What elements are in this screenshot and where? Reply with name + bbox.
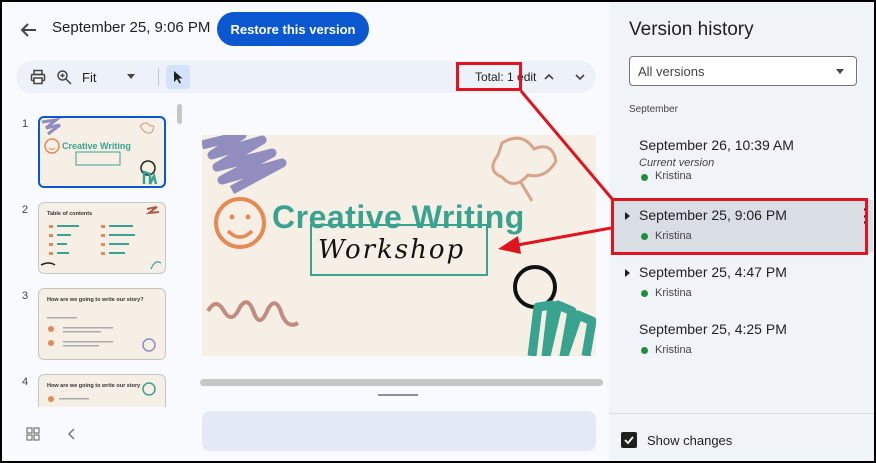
chevron-left-icon (67, 428, 75, 440)
back-button[interactable] (16, 17, 42, 43)
slide-thumbnail[interactable]: How are we going to write our story? (38, 288, 166, 360)
version-title: September 25, 9:06 PM (52, 19, 211, 36)
svg-text:Creative Writing: Creative Writing (62, 141, 131, 151)
thumbnail-number: 2 (22, 204, 29, 216)
notes-resize-handle[interactable] (378, 394, 418, 396)
slide-thumbnail[interactable]: Table of contents (38, 202, 166, 274)
chevron-down-icon (575, 74, 585, 81)
version-date: September 26, 10:39 AM (639, 137, 794, 153)
thumbnail-row-2[interactable]: 2 Table of contents (16, 202, 182, 278)
window-frame: September 25, 9:06 PM Restore this versi… (0, 0, 876, 463)
show-changes-label: Show changes (647, 433, 733, 448)
filter-value: All versions (638, 64, 705, 79)
top-bar: September 25, 9:06 PM Restore this versi… (2, 2, 609, 58)
thumbnail-number: 3 (22, 290, 29, 302)
show-changes-checkbox[interactable] (621, 432, 637, 448)
month-section-label: September (629, 104, 678, 115)
author-color-dot (641, 174, 648, 181)
next-edit-button[interactable] (574, 70, 586, 88)
print-icon (30, 69, 46, 85)
slide-thumbnail[interactable]: Creative Writing (38, 116, 166, 188)
cursor-icon (174, 71, 183, 84)
slide-2-preview (40, 206, 162, 270)
expand-triangle-icon[interactable] (625, 269, 630, 277)
speaker-notes[interactable] (202, 411, 596, 451)
chevron-up-icon (544, 73, 554, 80)
total-edits-highlight (456, 62, 522, 91)
author-color-dot (641, 347, 648, 354)
author-color-dot (641, 290, 648, 297)
zoom-dropdown-icon[interactable] (127, 74, 135, 79)
zoom-button[interactable] (55, 68, 73, 86)
slide-4-preview (48, 382, 156, 402)
version-author: Kristina (655, 170, 692, 182)
version-filter-select[interactable]: All versions (629, 56, 857, 86)
slide-thumbnail[interactable]: How are we going to write our story (38, 374, 166, 407)
previous-edit-button[interactable] (543, 70, 555, 88)
slide-thumbnails: 1 Creative Writing 2 Table of contents 3… (16, 102, 182, 407)
checkmark-icon (624, 436, 634, 445)
version-item[interactable]: September 25, 4:25 PM Kristina (611, 314, 873, 366)
panel-title: Version history (629, 19, 754, 40)
version-date: September 25, 4:47 PM (639, 264, 787, 280)
slide-subtitle: Workshop (318, 235, 466, 265)
selected-version-highlight (611, 198, 868, 255)
zoom-in-icon (57, 70, 72, 85)
current-version-label: Current version (639, 157, 715, 169)
version-author: Kristina (655, 287, 692, 299)
zoom-select[interactable]: Fit (82, 70, 96, 85)
version-author: Kristina (655, 344, 692, 356)
panel-divider (609, 413, 874, 414)
thumbnail-number: 1 (22, 118, 29, 130)
version-item[interactable]: September 26, 10:39 AM Current version K… (611, 130, 873, 182)
dropdown-caret-icon (836, 69, 844, 74)
thumbnail-number: 4 (22, 376, 29, 388)
select-tool-button[interactable] (166, 65, 190, 89)
arrow-back-icon (20, 23, 36, 37)
print-button[interactable] (29, 68, 47, 86)
thumbnail-row-4[interactable]: 4 How are we going to write our story (16, 374, 182, 407)
horizontal-scrollbar[interactable] (200, 379, 603, 386)
slide-1-preview: Creative Writing (41, 118, 158, 185)
grid-view-icon (26, 427, 40, 441)
toolbar-divider (158, 68, 159, 86)
thumbnail-row-1[interactable]: 1 Creative Writing (16, 116, 182, 192)
version-date: September 25, 4:25 PM (639, 321, 787, 337)
slide-3-preview (47, 317, 156, 352)
version-item[interactable]: September 25, 4:47 PM Kristina (611, 257, 873, 309)
thumbnails-scrollbar[interactable] (177, 104, 182, 124)
collapse-thumbnails-button[interactable] (66, 427, 78, 446)
restore-version-button[interactable]: Restore this version (217, 12, 369, 46)
slide-canvas: Creative Writing Workshop (202, 135, 596, 356)
grid-view-button[interactable] (26, 427, 40, 446)
thumbnail-row-3[interactable]: 3 How are we going to write our story? (16, 288, 182, 364)
